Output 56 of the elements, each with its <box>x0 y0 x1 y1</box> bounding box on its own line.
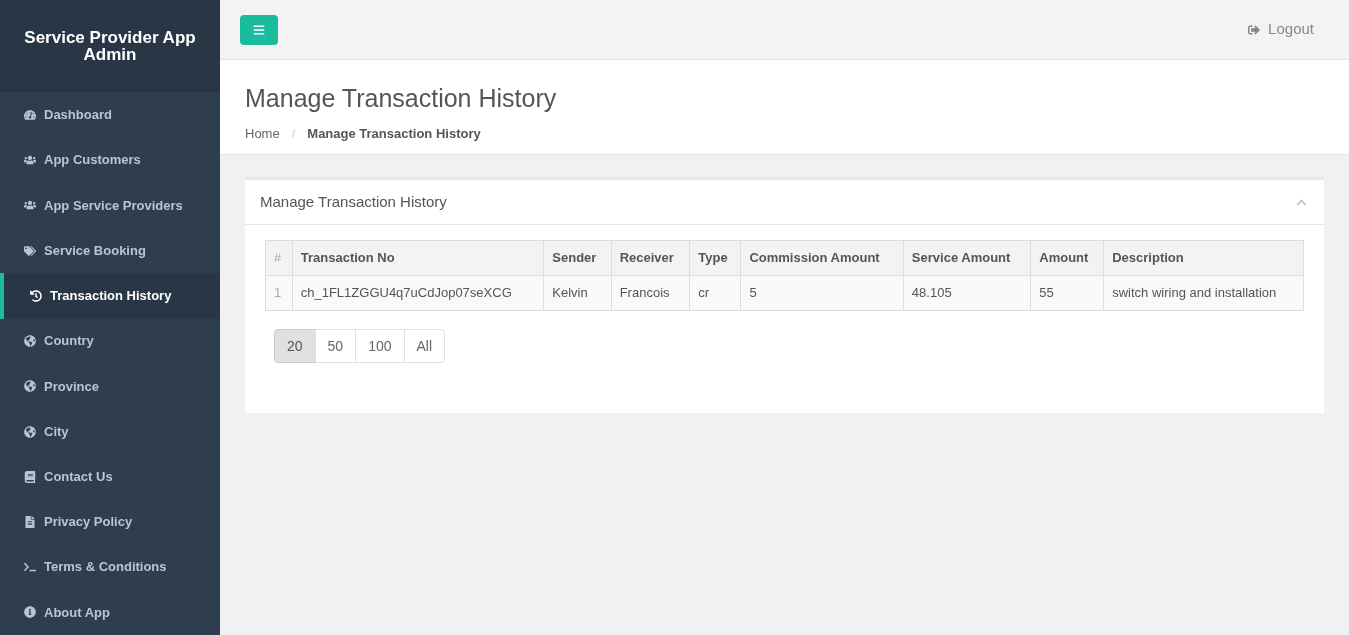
table-cell: ch_1FL1ZGGU4q7uCdJop07seXCG <box>292 275 544 311</box>
menu-button[interactable] <box>240 14 278 45</box>
sidebar-item[interactable]: Privacy Policy <box>0 499 220 545</box>
logout-icon <box>1248 23 1261 36</box>
globe-icon <box>24 335 36 348</box>
sidebar-item[interactable]: Country <box>0 318 220 364</box>
column-header: Description <box>1103 240 1304 276</box>
terminal-icon <box>24 561 36 574</box>
sidebar-item[interactable]: Province <box>0 363 220 409</box>
column-header: Type <box>689 240 741 276</box>
users-icon <box>24 199 36 212</box>
sidebar-item[interactable]: Transaction History <box>0 273 220 319</box>
history-icon <box>30 289 42 302</box>
column-header: Receiver <box>611 240 690 276</box>
panel-title: Manage Transaction History <box>260 191 447 212</box>
sidebar-item[interactable]: App Service Providers <box>0 182 220 229</box>
breadcrumb-link[interactable]: Home <box>245 123 280 143</box>
sidebar-item[interactable]: Contact Us <box>0 454 220 500</box>
logout-link[interactable]: Logout <box>1248 18 1314 41</box>
column-header: Service Amount <box>903 240 1031 276</box>
globe-icon <box>24 380 36 393</box>
document-icon <box>24 516 36 528</box>
app-title: Service Provider App Admin <box>23 29 197 64</box>
column-header: Amount <box>1030 240 1104 276</box>
breadcrumb-current: Manage Transaction History <box>307 124 481 143</box>
column-header: # <box>265 240 293 276</box>
table-cell: 1 <box>265 275 293 311</box>
page-size-button[interactable]: 20 <box>274 329 316 363</box>
sidebar-item[interactable]: App Customers <box>0 137 220 183</box>
table-cell: Kelvin <box>543 275 612 311</box>
column-header: Transaction No <box>292 240 544 276</box>
sidebar-item[interactable]: About App <box>0 589 220 635</box>
page-size-button[interactable]: All <box>403 329 446 363</box>
column-header: Sender <box>543 240 612 276</box>
page-size-button[interactable]: 100 <box>355 329 405 363</box>
info-icon <box>24 606 36 619</box>
page-size-button[interactable]: 50 <box>314 329 357 363</box>
menu-icon <box>253 23 265 36</box>
sidebar-item[interactable]: Service Booking <box>0 228 220 274</box>
users-icon <box>24 154 36 167</box>
sidebar-item[interactable]: Terms & Conditions <box>0 544 220 590</box>
book-icon <box>24 470 36 483</box>
column-header: Commission Amount <box>740 240 904 276</box>
table-cell: 5 <box>740 275 904 311</box>
table-cell: switch wiring and installation <box>1103 275 1304 311</box>
page-title: Manage Transaction History <box>245 83 558 114</box>
globe-icon <box>24 425 36 438</box>
speedometer-icon <box>24 109 36 121</box>
table-cell: 55 <box>1030 275 1104 311</box>
table-cell: Francois <box>611 275 690 311</box>
sidebar-item[interactable]: Dashboard <box>0 92 220 138</box>
breadcrumb-separator: / <box>291 124 296 143</box>
tag-icon <box>24 244 36 257</box>
table-cell: cr <box>689 275 741 311</box>
sidebar-item[interactable]: City <box>0 408 220 455</box>
table-cell: 48.105 <box>903 275 1031 311</box>
